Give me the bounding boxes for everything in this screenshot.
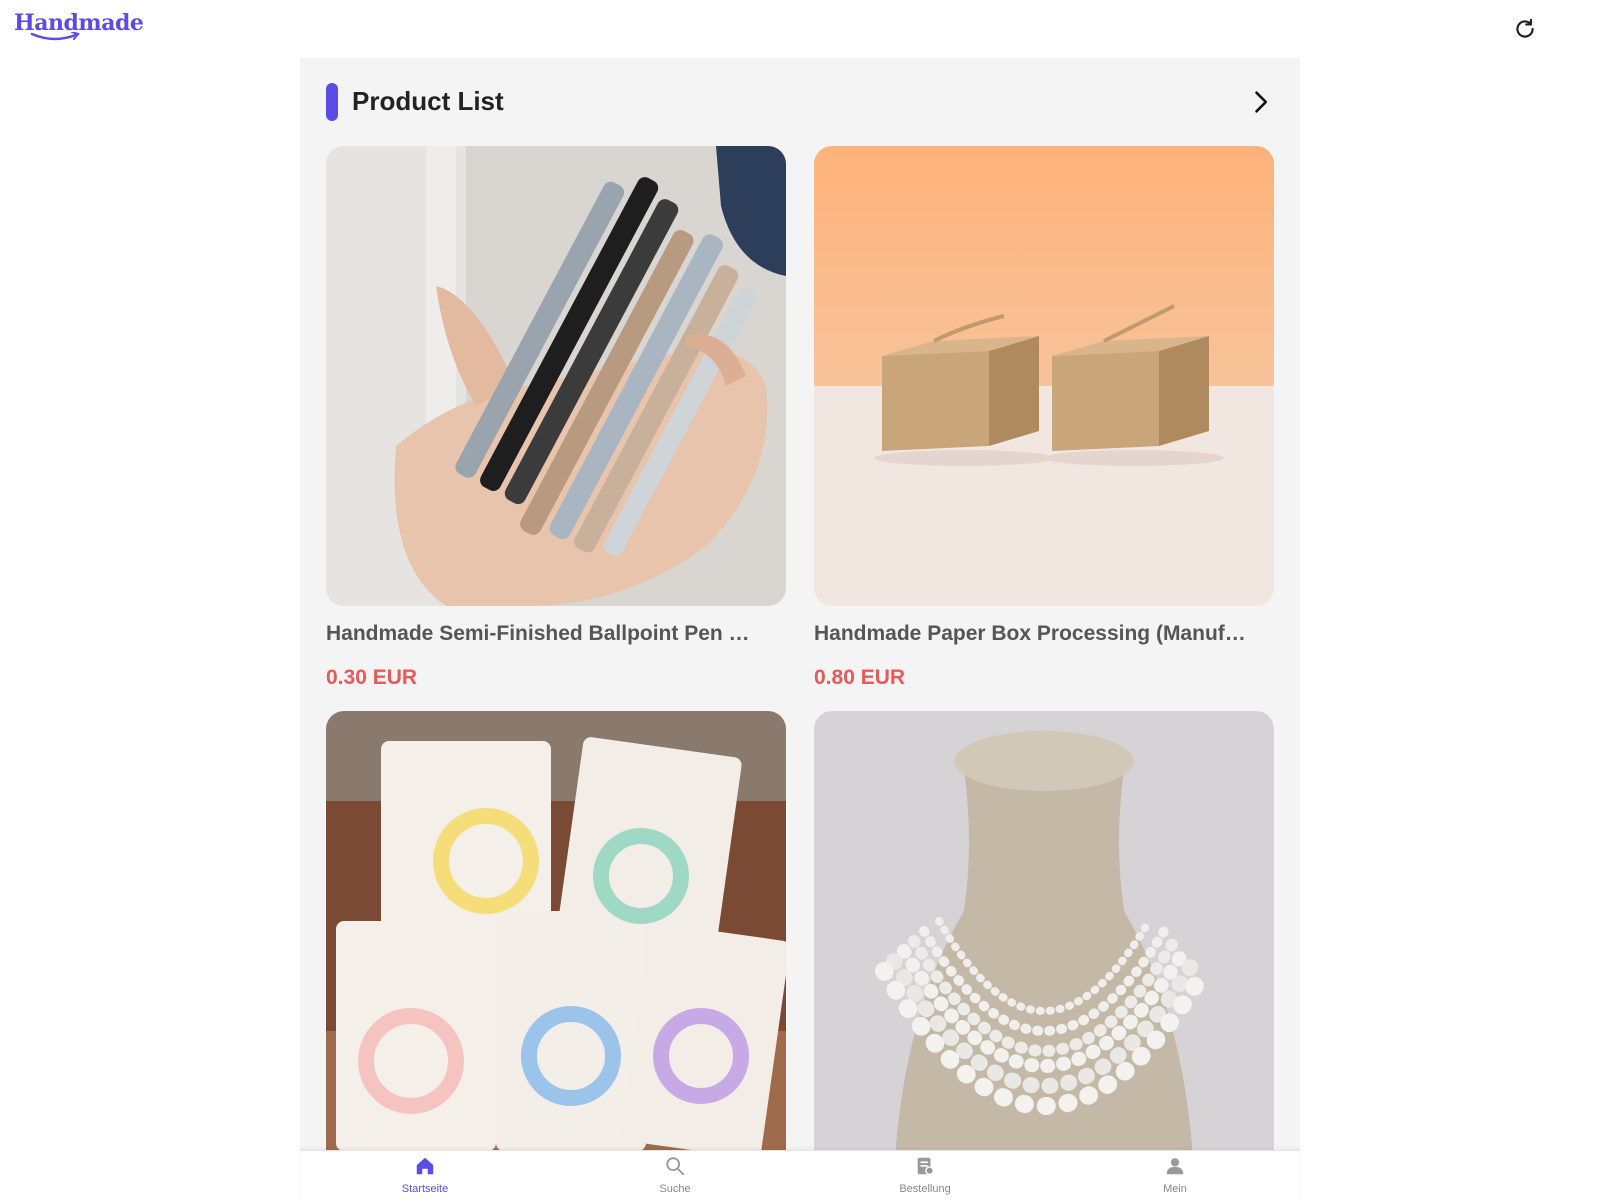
product-image-pens[interactable] bbox=[326, 146, 786, 606]
product-name[interactable]: Handmade Paper Box Processing (Manuf… bbox=[814, 622, 1274, 646]
nav-item-suche[interactable]: Suche bbox=[550, 1151, 800, 1200]
main-content: Product List Handmade Semi-Finished Ball… bbox=[300, 58, 1300, 1200]
top-bar: Handmade bbox=[0, 0, 1600, 58]
refresh-icon[interactable] bbox=[1512, 16, 1538, 42]
product-card[interactable] bbox=[326, 711, 786, 1200]
section-header: Product List bbox=[326, 82, 1274, 122]
home-icon bbox=[416, 1157, 434, 1175]
section-title: Product List bbox=[352, 86, 504, 116]
nav-item-startseite[interactable]: Startseite bbox=[300, 1151, 550, 1200]
search-icon bbox=[666, 1157, 685, 1176]
product-name[interactable]: Handmade Semi-Finished Ballpoint Pen … bbox=[326, 622, 786, 646]
product-price: 0.80 EUR bbox=[814, 666, 906, 689]
bottom-nav: Startseite Suche Bestellung Mein bbox=[300, 1150, 1300, 1200]
section-accent-bar bbox=[326, 83, 338, 121]
user-icon bbox=[1166, 1158, 1184, 1175]
nav-item-bestellung[interactable]: Bestellung bbox=[800, 1151, 1050, 1200]
nav-item-mein[interactable]: Mein bbox=[1050, 1151, 1300, 1200]
product-price: 0.30 EUR bbox=[326, 666, 418, 689]
nav-label: Suche bbox=[659, 1183, 691, 1195]
product-card[interactable]: Handmade Paper Box Processing (Manuf… 0.… bbox=[814, 146, 1274, 690]
product-image-hair-ties[interactable] bbox=[326, 711, 786, 1171]
nav-label: Startseite bbox=[401, 1183, 449, 1195]
nav-label: Mein bbox=[1163, 1183, 1187, 1195]
order-icon bbox=[917, 1157, 934, 1175]
product-card[interactable]: Handmade Semi-Finished Ballpoint Pen … 0… bbox=[326, 146, 786, 690]
boxes-photo bbox=[814, 146, 1274, 606]
hair-ties-photo bbox=[326, 711, 786, 1171]
product-image-pearls[interactable] bbox=[814, 711, 1274, 1171]
pearls-photo bbox=[814, 711, 1274, 1171]
product-image-boxes[interactable] bbox=[814, 146, 1274, 606]
chevron-right-icon[interactable] bbox=[1246, 88, 1274, 116]
product-card[interactable] bbox=[814, 711, 1274, 1200]
pens-photo bbox=[326, 146, 786, 606]
nav-label: Bestellung bbox=[899, 1183, 951, 1195]
logo-smile-icon bbox=[30, 32, 80, 41]
